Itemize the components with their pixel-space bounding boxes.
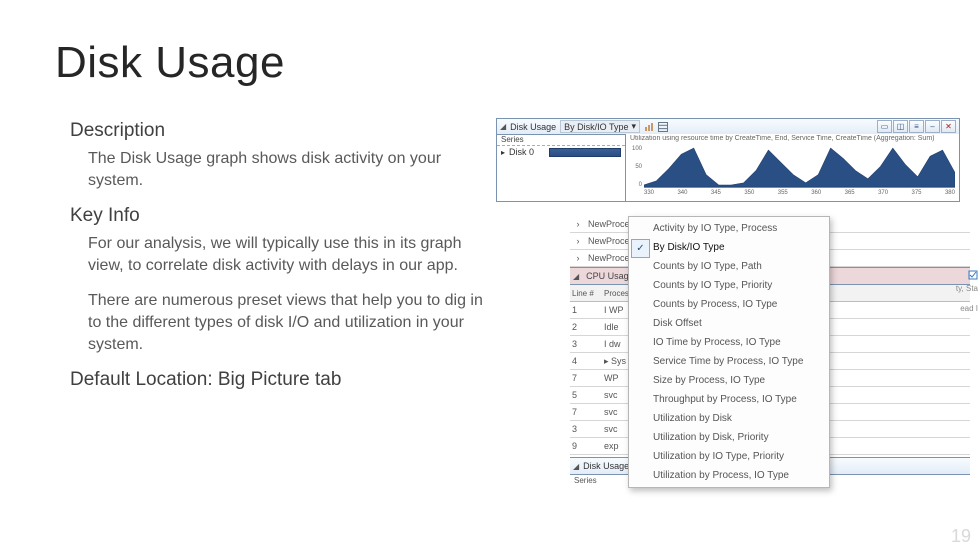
- preset-view-item[interactable]: Counts by Process, IO Type: [629, 295, 829, 314]
- window-controls: ▭ ◫ ≡ – ✕: [877, 120, 956, 133]
- collapse-icon[interactable]: ◢: [573, 462, 579, 471]
- chart-type-icon[interactable]: [644, 122, 654, 132]
- series-swatch: [549, 148, 621, 157]
- preset-view-item[interactable]: Utilization by Disk: [629, 409, 829, 428]
- preset-view-item[interactable]: Counts by IO Type, Path: [629, 257, 829, 276]
- y-axis-ticks: 100 50 0: [628, 146, 642, 188]
- clipped-text: [968, 270, 978, 280]
- page-number: 19: [951, 526, 971, 547]
- preset-view-item[interactable]: Throughput by Process, IO Type: [629, 390, 829, 409]
- keyinfo-p2: There are numerous preset views that hel…: [88, 290, 490, 355]
- keyinfo-p1: For our analysis, we will typically use …: [88, 233, 490, 276]
- preset-view-item[interactable]: Counts by IO Type, Priority: [629, 276, 829, 295]
- view-graph-button[interactable]: ▭: [877, 120, 892, 133]
- preset-view-label: Utilization by IO Type, Priority: [653, 451, 784, 462]
- preset-view-item[interactable]: Activity by IO Type, Process: [629, 219, 829, 238]
- expand-icon[interactable]: ▸: [501, 148, 505, 157]
- series-name: Disk 0: [509, 147, 534, 157]
- preset-views-menu: Activity by IO Type, Process✓By Disk/IO …: [628, 216, 830, 488]
- preset-view-label: Size by Process, IO Type: [653, 375, 765, 386]
- description-heading: Description: [70, 120, 490, 142]
- preset-view-label: Utilization by Process, IO Type: [653, 470, 789, 481]
- preset-view-item[interactable]: Service Time by Process, IO Type: [629, 352, 829, 371]
- preset-view-item[interactable]: Utilization by Process, IO Type: [629, 466, 829, 485]
- preset-view-label: By Disk/IO Type: [653, 242, 725, 253]
- preset-view-item[interactable]: IO Time by Process, IO Type: [629, 333, 829, 352]
- expand-icon[interactable]: ›: [570, 253, 586, 263]
- preset-view-item[interactable]: Size by Process, IO Type: [629, 371, 829, 390]
- body-text: Description The Disk Usage graph shows d…: [70, 120, 490, 391]
- preset-view-label: Counts by IO Type, Priority: [653, 280, 772, 291]
- expand-icon[interactable]: ›: [570, 236, 586, 246]
- preset-view-label: Activity by IO Type, Process: [653, 223, 777, 234]
- clipped-text: ty, Sta: [956, 284, 978, 293]
- series-item[interactable]: ▸ Disk 0: [497, 145, 625, 158]
- preset-view-item[interactable]: Disk Offset: [629, 314, 829, 333]
- clipped-text: ead I: [960, 304, 978, 313]
- close-button[interactable]: ✕: [941, 120, 956, 133]
- preset-view-label: Throughput by Process, IO Type: [653, 394, 797, 405]
- collapse-icon[interactable]: ◢: [500, 122, 506, 131]
- keyinfo-heading: Key Info: [70, 205, 490, 227]
- expand-icon[interactable]: ›: [570, 219, 586, 229]
- description-body: The Disk Usage graph shows disk activity…: [88, 148, 490, 191]
- chart-plot[interactable]: Utilization using resource time by Creat…: [626, 134, 959, 201]
- default-location: Default Location: Big Picture tab: [70, 369, 490, 391]
- preset-view-label: Utilization by Disk, Priority: [653, 432, 769, 443]
- series-heading: Series: [497, 134, 625, 145]
- minimize-button[interactable]: –: [925, 120, 940, 133]
- collapse-icon[interactable]: ◢: [570, 272, 582, 281]
- preset-view-item[interactable]: ✓By Disk/IO Type: [629, 238, 829, 257]
- preset-view-item[interactable]: Utilization by Disk, Priority: [629, 428, 829, 447]
- chart-view-dropdown[interactable]: By Disk/IO Type ▾: [560, 120, 640, 133]
- view-both-button[interactable]: ◫: [893, 120, 908, 133]
- view-table-button[interactable]: ≡: [909, 120, 924, 133]
- series-list: Series ▸ Disk 0: [497, 134, 626, 201]
- panel-label: Disk Usage: [583, 461, 629, 471]
- check-icon: ✓: [631, 239, 650, 258]
- table-icon[interactable]: [658, 122, 668, 132]
- chart-header: ◢ Disk Usage By Disk/IO Type ▾ ▭ ◫ ≡ – ✕: [497, 119, 959, 135]
- page-title: Disk Usage: [55, 38, 285, 88]
- preset-view-label: IO Time by Process, IO Type: [653, 337, 781, 348]
- x-axis-ticks: 330340 345350 355360 365370 375380: [644, 190, 955, 201]
- chart-view-label: By Disk/IO Type: [564, 122, 628, 132]
- preset-view-label: Service Time by Process, IO Type: [653, 356, 803, 367]
- disk-usage-chart-panel: ◢ Disk Usage By Disk/IO Type ▾ ▭ ◫ ≡ – ✕: [496, 118, 960, 202]
- preset-view-item[interactable]: Utilization by IO Type, Priority: [629, 447, 829, 466]
- preset-view-label: Utilization by Disk: [653, 413, 732, 424]
- preset-view-label: Counts by Process, IO Type: [653, 299, 777, 310]
- preset-view-label: Counts by IO Type, Path: [653, 261, 762, 272]
- chart-title: Disk Usage: [510, 122, 556, 132]
- chevron-down-icon: ▾: [632, 121, 637, 132]
- chart-caption: Utilization using resource time by Creat…: [630, 135, 955, 142]
- preset-view-label: Disk Offset: [653, 318, 702, 329]
